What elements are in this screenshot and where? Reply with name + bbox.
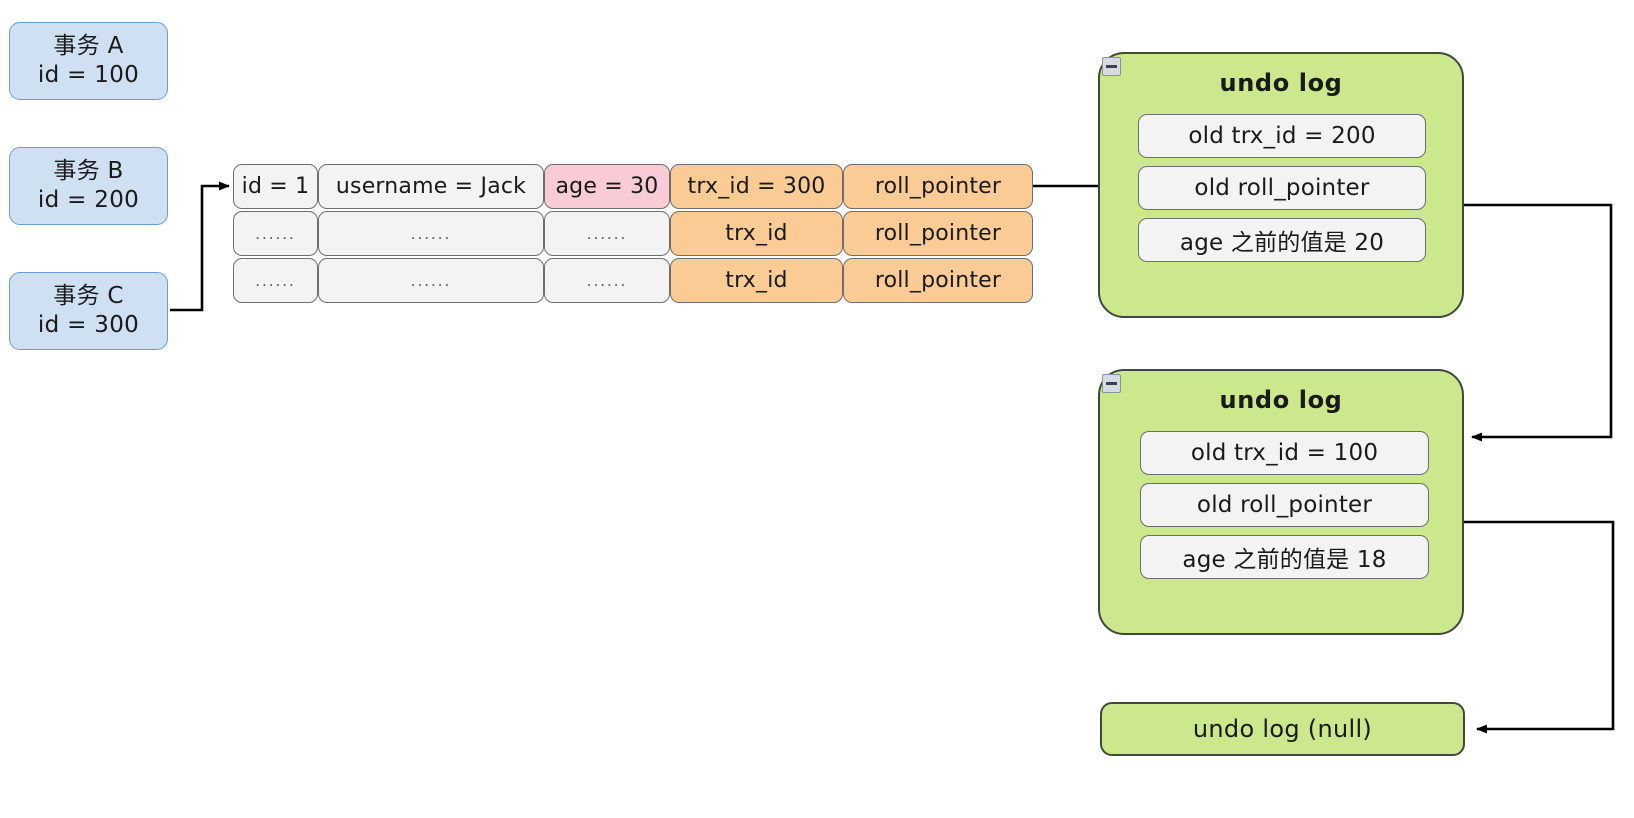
transaction-b-id: id = 200 bbox=[37, 187, 140, 213]
record-cell-rollpointer-row2[interactable]: roll_pointer bbox=[843, 211, 1033, 256]
undo-log-group-2[interactable]: undo log old trx_id = 100 old roll_point… bbox=[1098, 369, 1464, 635]
undo-log-1-item-age-before[interactable]: age 之前的值是 20 bbox=[1138, 218, 1426, 262]
transaction-box-b[interactable]: 事务 B id = 200 bbox=[9, 147, 168, 225]
minus-icon[interactable] bbox=[1102, 374, 1121, 393]
undo-log-2-title: undo log bbox=[1219, 386, 1343, 414]
undo-log-2-item-old-trx-id[interactable]: old trx_id = 100 bbox=[1140, 431, 1429, 475]
transaction-a-name: 事务 A bbox=[53, 32, 124, 59]
transaction-box-c[interactable]: 事务 C id = 300 bbox=[9, 272, 168, 350]
record-cell-id-row1[interactable]: id = 1 bbox=[233, 164, 318, 209]
undo-log-1-item-old-trx-id[interactable]: old trx_id = 200 bbox=[1138, 114, 1426, 158]
record-cell-age-row3[interactable]: ...... bbox=[544, 258, 670, 303]
record-cell-trxid-row2[interactable]: trx_id bbox=[670, 211, 843, 256]
record-cell-rollpointer-row1[interactable]: roll_pointer bbox=[843, 164, 1033, 209]
undo-log-group-1[interactable]: undo log old trx_id = 200 old roll_point… bbox=[1098, 52, 1464, 318]
record-cell-username-row2[interactable]: ...... bbox=[318, 211, 544, 256]
record-cell-username-row1[interactable]: username = Jack bbox=[318, 164, 544, 209]
undo-log-null-box[interactable]: undo log (null) bbox=[1100, 702, 1465, 756]
record-cell-age-row1[interactable]: age = 30 bbox=[544, 164, 670, 209]
arrow-txnC-to-record bbox=[170, 181, 230, 312]
record-cell-id-row3[interactable]: ...... bbox=[233, 258, 318, 303]
record-cell-username-row3[interactable]: ...... bbox=[318, 258, 544, 303]
record-cell-trxid-row3[interactable]: trx_id bbox=[670, 258, 843, 303]
transaction-a-id: id = 100 bbox=[37, 62, 140, 88]
diagram-canvas: 事务 A id = 100 事务 B id = 200 事务 C id = 30… bbox=[0, 0, 1634, 818]
minus-icon[interactable] bbox=[1102, 57, 1121, 76]
transaction-b-name: 事务 B bbox=[53, 157, 124, 184]
transaction-c-name: 事务 C bbox=[53, 282, 124, 309]
record-cell-trxid-row1[interactable]: trx_id = 300 bbox=[670, 164, 843, 209]
record-cell-id-row2[interactable]: ...... bbox=[233, 211, 318, 256]
record-cell-age-row2[interactable]: ...... bbox=[544, 211, 670, 256]
transaction-box-a[interactable]: 事务 A id = 100 bbox=[9, 22, 168, 100]
undo-log-2-item-old-roll-pointer[interactable]: old roll_pointer bbox=[1140, 483, 1429, 527]
undo-log-2-item-age-before[interactable]: age 之前的值是 18 bbox=[1140, 535, 1429, 579]
undo-log-1-item-old-roll-pointer[interactable]: old roll_pointer bbox=[1138, 166, 1426, 210]
undo-log-1-title: undo log bbox=[1219, 69, 1343, 97]
transaction-c-id: id = 300 bbox=[37, 312, 140, 338]
record-cell-rollpointer-row3[interactable]: roll_pointer bbox=[843, 258, 1033, 303]
